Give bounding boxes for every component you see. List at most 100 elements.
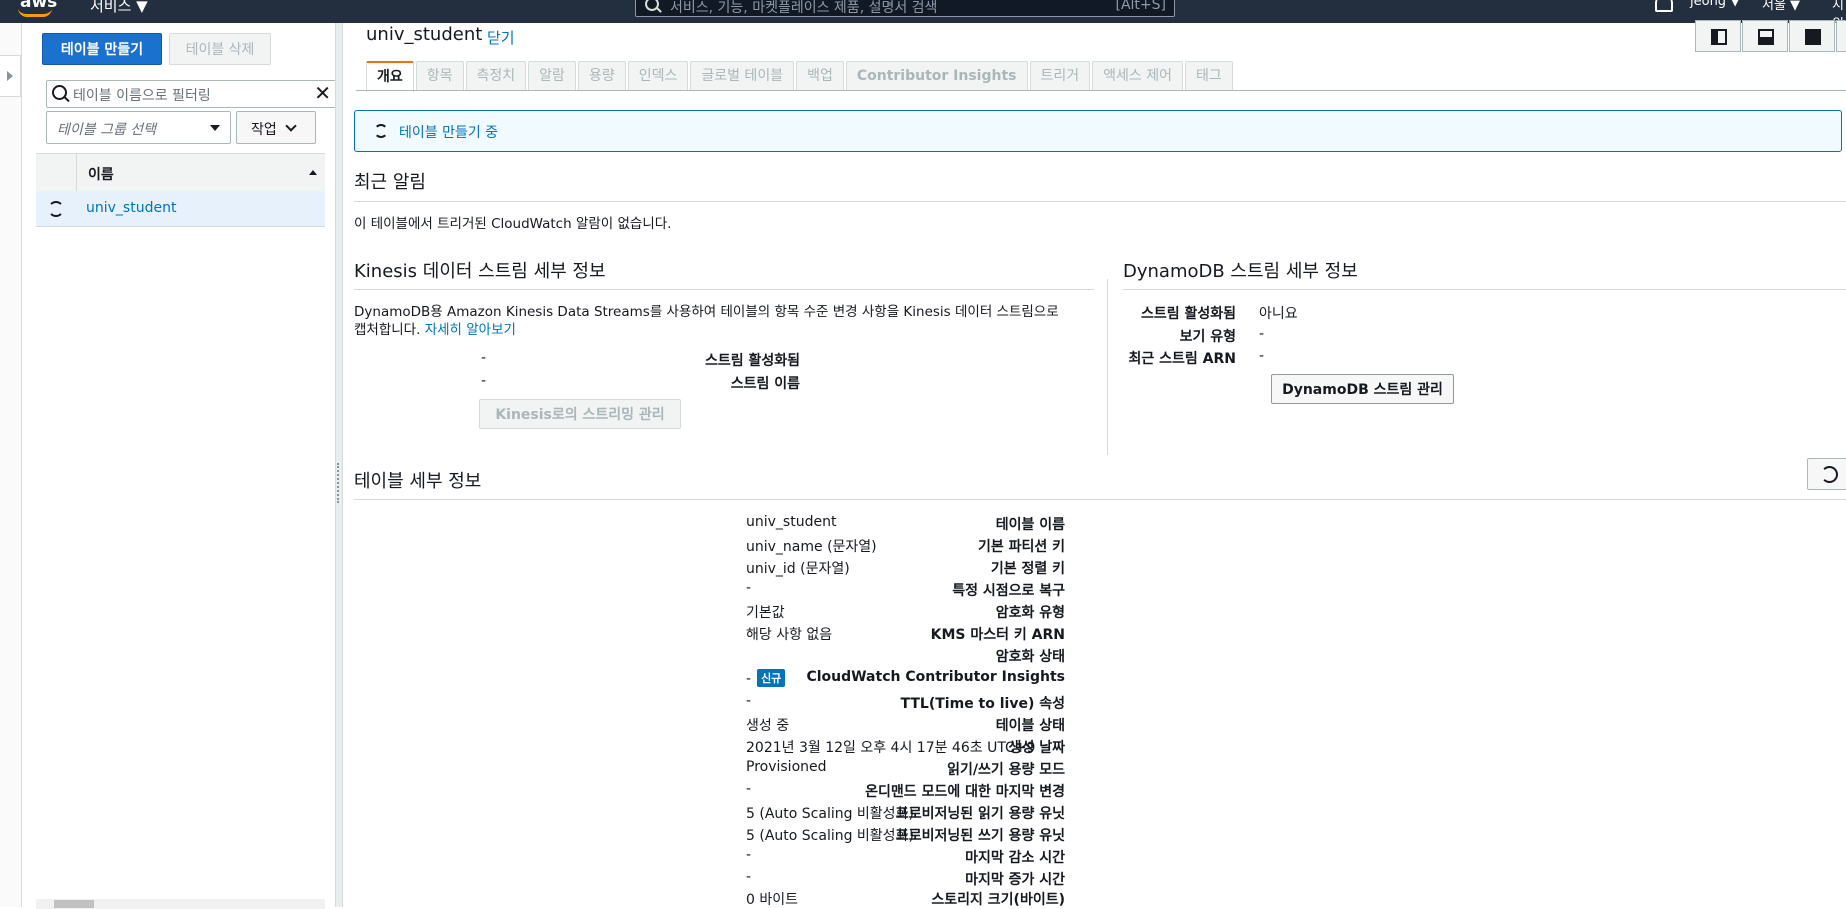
- table-list-panel: 테이블 만들기 테이블 삭제 테이블 이름으로 필터링 ✕ 테이블 그룹 선택 …: [22, 23, 338, 909]
- expand-navigation-button[interactable]: [0, 55, 21, 97]
- divider: [354, 201, 1846, 202]
- close-icon[interactable]: ✕: [314, 83, 331, 103]
- contributor-insights-label: CloudWatch Contributor Insights: [806, 669, 1065, 685]
- storage-size-label: 스토리지 크기(바이트): [931, 892, 1065, 908]
- tab-indexes[interactable]: 인덱스: [627, 61, 689, 90]
- divider: [354, 499, 1846, 500]
- kms-key-arn-label: KMS 마스터 키 ARN: [930, 627, 1065, 643]
- full-view-icon: [1805, 29, 1821, 45]
- top-navigation-bar: aws 서비스 ▼ 서비스, 기능, 마켓플레이스 제품, 설명서 검색 [Al…: [0, 0, 1846, 23]
- provisioned-read-value: 5 (Auto Scaling 비활성화): [746, 806, 914, 822]
- table-row[interactable]: univ_student: [36, 191, 325, 227]
- tab-backups[interactable]: 백업: [796, 61, 844, 90]
- tab-tags[interactable]: 태그: [1185, 61, 1233, 90]
- tab-access-control[interactable]: 액세스 제어: [1092, 61, 1183, 90]
- provisioned-read-label: 프로비저닝된 읽기 용량 유닛: [895, 806, 1065, 822]
- last-decrease-value: -: [746, 847, 752, 863]
- table-name-value: univ_student: [746, 514, 837, 530]
- table-group-select[interactable]: 테이블 그룹 선택: [46, 111, 231, 144]
- create-table-button[interactable]: 테이블 만들기: [42, 33, 162, 65]
- detail-tabs: 개요 항목 측정치 알람 용량 인덱스 글로벌 테이블 백업 Contribut…: [366, 61, 1235, 92]
- refresh-button[interactable]: [1807, 458, 1846, 490]
- tab-overview[interactable]: 개요: [366, 61, 414, 92]
- last-on-demand-change-value: -: [746, 781, 752, 797]
- section-separator: [1107, 279, 1108, 455]
- pitr-value: -: [746, 580, 752, 596]
- latest-stream-arn-label: 최근 스트림 ARN: [1128, 351, 1236, 367]
- partition-key-label: 기본 파티션 키: [977, 539, 1065, 555]
- split-vertical-icon: [1711, 29, 1727, 45]
- contributor-insights-value: - 신규: [746, 669, 786, 687]
- region-menu[interactable]: 서울 ▼: [1762, 0, 1800, 13]
- full-view-button[interactable]: [1789, 20, 1835, 52]
- last-on-demand-change-label: 온디맨드 모드에 대한 마지막 변경: [865, 784, 1065, 800]
- ttl-value: -: [746, 693, 752, 709]
- encryption-type-label: 암호화 유형: [995, 605, 1065, 621]
- contributor-insights-status: -: [746, 671, 752, 687]
- storage-size-value: 0 바이트: [746, 892, 798, 908]
- global-search-input[interactable]: 서비스, 기능, 마켓플레이스 제품, 설명서 검색 [Alt+S]: [635, 0, 1175, 17]
- more-view-button[interactable]: [1836, 20, 1846, 52]
- stream-enabled-label: 스트림 활성화됨: [1140, 306, 1236, 322]
- table-details-title: 테이블 세부 정보: [354, 471, 482, 492]
- close-link[interactable]: 닫기: [487, 27, 515, 48]
- kinesis-stream-name-value: -: [481, 373, 487, 389]
- manage-dynamodb-stream-button[interactable]: DynamoDB 스트림 관리: [1271, 374, 1454, 404]
- filter-placeholder: 테이블 이름으로 필터링: [73, 88, 211, 104]
- partition-key-value: univ_name (문자열): [746, 539, 877, 555]
- tab-items[interactable]: 항목: [415, 61, 464, 90]
- sort-key-label: 기본 정렬 키: [990, 561, 1065, 577]
- table-name-link[interactable]: univ_student: [86, 200, 176, 216]
- last-decrease-label: 마지막 감소 시간: [965, 850, 1065, 866]
- divider: [1123, 289, 1846, 290]
- recent-alarms-title: 최근 알림: [354, 172, 426, 193]
- horizontal-scrollbar[interactable]: [36, 899, 325, 909]
- actions-button[interactable]: 작업: [236, 111, 316, 144]
- chevron-down-icon: [285, 120, 297, 132]
- table-detail-panel: univ_student 닫기 개요 항목 측정치 알람 용량 인덱스 글로벌 …: [342, 20, 1846, 908]
- column-header-name[interactable]: 이름: [88, 164, 114, 184]
- bell-icon[interactable]: [1655, 0, 1673, 12]
- alarms-message: 이 테이블에서 트리거된 CloudWatch 알람이 없습니다.: [354, 216, 672, 232]
- view-layout-buttons: [1695, 20, 1846, 52]
- user-menu[interactable]: jeong ▼: [1690, 0, 1740, 9]
- sort-ascending-icon[interactable]: [309, 170, 317, 175]
- refresh-icon: [374, 124, 388, 138]
- last-increase-value: -: [746, 869, 752, 885]
- manage-kinesis-streaming-button[interactable]: Kinesis로의 스트리밍 관리: [479, 399, 681, 429]
- table-status-value: 생성 중: [746, 718, 790, 734]
- split-horizontal-icon: [1758, 29, 1774, 45]
- ttl-label: TTL(Time to live) 속성: [900, 696, 1065, 712]
- caret-down-icon: [210, 125, 220, 131]
- stream-enabled-value: 아니요: [1259, 306, 1298, 322]
- table-filter-input[interactable]: 테이블 이름으로 필터링 ✕: [46, 80, 338, 108]
- tab-capacity[interactable]: 용량: [577, 61, 626, 90]
- tab-metrics[interactable]: 측정치: [465, 61, 527, 90]
- tab-alarms[interactable]: 알람: [528, 61, 576, 90]
- kinesis-description-end: 캡처합니다.: [354, 322, 421, 338]
- kinesis-stream-name-label: 스트림 이름: [730, 376, 800, 392]
- search-placeholder: 서비스, 기능, 마켓플레이스 제품, 설명서 검색: [670, 0, 938, 16]
- learn-more-link[interactable]: 자세히 알아보기: [425, 322, 516, 338]
- split-vertical-button[interactable]: [1695, 20, 1741, 52]
- dynamodb-stream-section-title: DynamoDB 스트림 세부 정보: [1123, 261, 1358, 282]
- services-menu[interactable]: 서비스 ▼: [90, 0, 148, 16]
- split-horizontal-button[interactable]: [1742, 20, 1788, 52]
- capacity-mode-value: Provisioned: [746, 759, 827, 775]
- kinesis-description: DynamoDB용 Amazon Kinesis Data Streams를 사…: [354, 304, 1059, 320]
- navigation-strip: [0, 23, 22, 907]
- tab-global-tables[interactable]: 글로벌 테이블: [690, 61, 795, 90]
- delete-table-button[interactable]: 테이블 삭제: [169, 33, 271, 65]
- grip-icon: [337, 463, 341, 503]
- page-title: univ_student: [366, 24, 483, 45]
- search-icon: [645, 0, 659, 11]
- tab-contributor-insights[interactable]: Contributor Insights: [845, 61, 1028, 90]
- creation-date-value: 2021년 3월 12일 오후 4시 17분 46초 UTC+9: [746, 740, 1036, 756]
- search-shortcut: [Alt+S]: [1115, 0, 1167, 13]
- banner-text: 테이블 만들기 중: [399, 125, 499, 141]
- kinesis-stream-enabled-label: 스트림 활성화됨: [704, 353, 800, 369]
- view-type-label: 보기 유형: [1179, 329, 1236, 345]
- tab-triggers[interactable]: 트리거: [1029, 61, 1091, 90]
- sort-key-value: univ_id (문자열): [746, 561, 850, 577]
- tabs-divider: [356, 90, 1846, 91]
